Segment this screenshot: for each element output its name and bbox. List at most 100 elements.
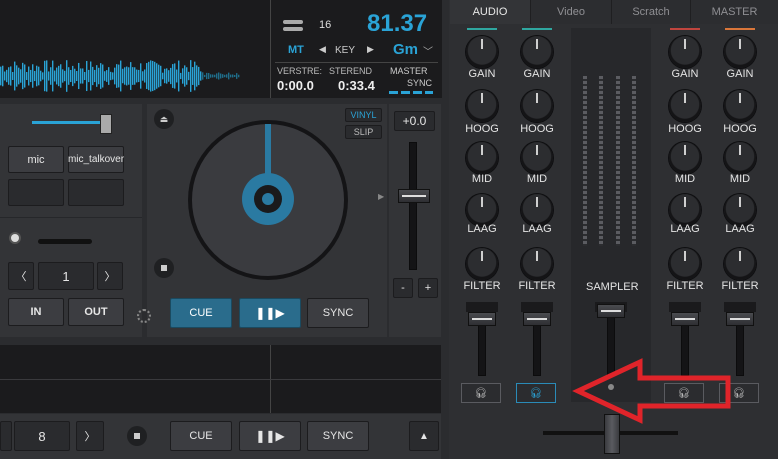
key-prev-icon[interactable]: ◀ (319, 44, 326, 55)
ch3-filter-knob[interactable] (669, 248, 701, 280)
key-mode[interactable]: MT (288, 44, 304, 56)
slip-button[interactable]: SLIP (345, 125, 382, 139)
stop-square (161, 265, 167, 271)
waveform-bar (38, 66, 40, 86)
deck2-loop-prev[interactable] (0, 421, 12, 451)
ch1-knob-label: FILTER (463, 280, 501, 292)
waveform-bar (62, 69, 64, 83)
key-value[interactable]: Gm (393, 41, 418, 58)
loop-in-button[interactable]: IN (8, 298, 64, 326)
sync-label[interactable]: SYNC (407, 78, 432, 88)
ch1-headphone-cue-button[interactable]: 🎧︎ (461, 383, 501, 403)
ch2-filter-knob[interactable] (521, 248, 553, 280)
pad-mic-talkover[interactable]: mic_talkover (68, 146, 124, 173)
divider (275, 62, 438, 63)
play-pause-button[interactable]: ❚❚▶ (239, 298, 301, 328)
ch3-knob-label: HOOG (668, 123, 702, 135)
waveform-bar (146, 63, 148, 89)
waveform-bar (228, 72, 230, 80)
ch1-volume-fader-handle[interactable] (468, 312, 496, 326)
vinyl-button[interactable]: VINYL (345, 108, 382, 122)
deck2-stop-square (134, 433, 140, 439)
tab-audio[interactable]: AUDIO (450, 0, 531, 24)
ch1-gain-knob[interactable] (466, 36, 498, 68)
stop-icon[interactable] (154, 258, 174, 278)
ch1-laag-knob[interactable] (466, 194, 498, 226)
cue-button[interactable]: CUE (170, 298, 232, 328)
sampler-meter-4 (632, 76, 636, 246)
waveform-bar (158, 64, 160, 88)
ch4-hoog-knob[interactable] (724, 90, 756, 122)
waveform-bar (102, 64, 104, 88)
deck2-loop-next[interactable]: 〉 (76, 421, 104, 451)
pitch-minus-button[interactable]: - (393, 278, 413, 298)
sync-button[interactable]: SYNC (307, 298, 369, 328)
ch4-volume-fader-handle[interactable] (726, 312, 754, 326)
waveform-bar (52, 60, 54, 92)
ch3-mid-knob[interactable] (669, 142, 701, 174)
ch4-laag-knob[interactable] (724, 194, 756, 226)
key-next-icon[interactable]: ▶ (367, 44, 374, 55)
ch3-volume-fader-handle[interactable] (671, 312, 699, 326)
key-dropdown-icon[interactable]: ﹀ (423, 43, 433, 58)
ch4-gain-knob[interactable] (724, 36, 756, 68)
waveform-bar (126, 66, 128, 86)
headphones-icon: 🎧︎ (474, 387, 488, 399)
ch3-laag-knob[interactable] (669, 194, 701, 226)
ch3-knob-label: MID (674, 173, 696, 185)
ch1-filter-knob[interactable] (466, 248, 498, 280)
ch1-hoog-knob[interactable] (466, 90, 498, 122)
ch3-fader-top (669, 302, 701, 312)
sampler-meter-3 (616, 76, 620, 246)
deck2-sync-button[interactable]: SYNC (307, 421, 369, 451)
waveform-bar (20, 69, 22, 83)
ch2-laag-knob[interactable] (521, 194, 553, 226)
tab-video[interactable]: Video (531, 0, 612, 24)
deck2-cue-button[interactable]: CUE (170, 421, 232, 451)
loop-prev-button[interactable]: 〈 (8, 262, 34, 290)
ch3-knob-label: FILTER (666, 280, 704, 292)
deck2-play-pause-button[interactable]: ❚❚▶ (239, 421, 301, 451)
pitch-plus-button[interactable]: + (418, 278, 438, 298)
tab-scratch[interactable]: Scratch (612, 0, 691, 24)
waveform-bar (232, 74, 234, 78)
bpm-value[interactable]: 81.37 (367, 10, 427, 38)
pad-mic[interactable]: mic (8, 146, 64, 173)
waveform-bar (134, 67, 136, 85)
deck2-midline (0, 379, 441, 380)
deck2-stop-icon[interactable] (127, 426, 147, 446)
waveform-overview[interactable] (0, 0, 270, 98)
eject-icon[interactable]: ⏏ (154, 109, 174, 129)
waveform-bar (218, 72, 220, 80)
settings-gear-icon[interactable] (137, 309, 151, 323)
pitch-value[interactable]: +0.0 (394, 111, 435, 131)
loop-next-button[interactable]: 〉 (97, 262, 123, 290)
deck2-loop-size[interactable]: 8 (14, 421, 70, 451)
pitch-arrow-icon: ▶ (378, 192, 385, 201)
volume-slider-track[interactable] (32, 121, 106, 124)
ch2-headphone-cue-button[interactable]: 🎧︎ (516, 383, 556, 403)
waveform-bar (92, 66, 94, 86)
ch3-gain-knob[interactable] (669, 36, 701, 68)
sampler-fader-handle[interactable] (597, 304, 625, 318)
ch2-hoog-knob[interactable] (521, 90, 553, 122)
ch3-hoog-knob[interactable] (669, 90, 701, 122)
pitch-fader-handle[interactable] (398, 189, 430, 203)
tab-master[interactable]: MASTER (691, 0, 778, 24)
pad-empty-1[interactable] (8, 179, 64, 206)
ch4-mid-knob[interactable] (724, 142, 756, 174)
ch2-mid-knob[interactable] (521, 142, 553, 174)
ch2-volume-fader-handle[interactable] (523, 312, 551, 326)
pad-empty-2[interactable] (68, 179, 124, 206)
ch2-gain-knob[interactable] (521, 36, 553, 68)
sampler-label: SAMPLER (586, 281, 639, 293)
waveform-bar (70, 69, 72, 83)
deck2-eject-button[interactable]: ▲ (409, 421, 439, 451)
arrow-shape (572, 358, 731, 424)
loop-size[interactable]: 1 (38, 262, 94, 290)
ch4-filter-knob[interactable] (724, 248, 756, 280)
pitch-fader-track[interactable] (409, 142, 417, 270)
loop-out-button[interactable]: OUT (68, 298, 124, 326)
volume-slider-handle[interactable] (100, 114, 112, 134)
ch1-mid-knob[interactable] (466, 142, 498, 174)
